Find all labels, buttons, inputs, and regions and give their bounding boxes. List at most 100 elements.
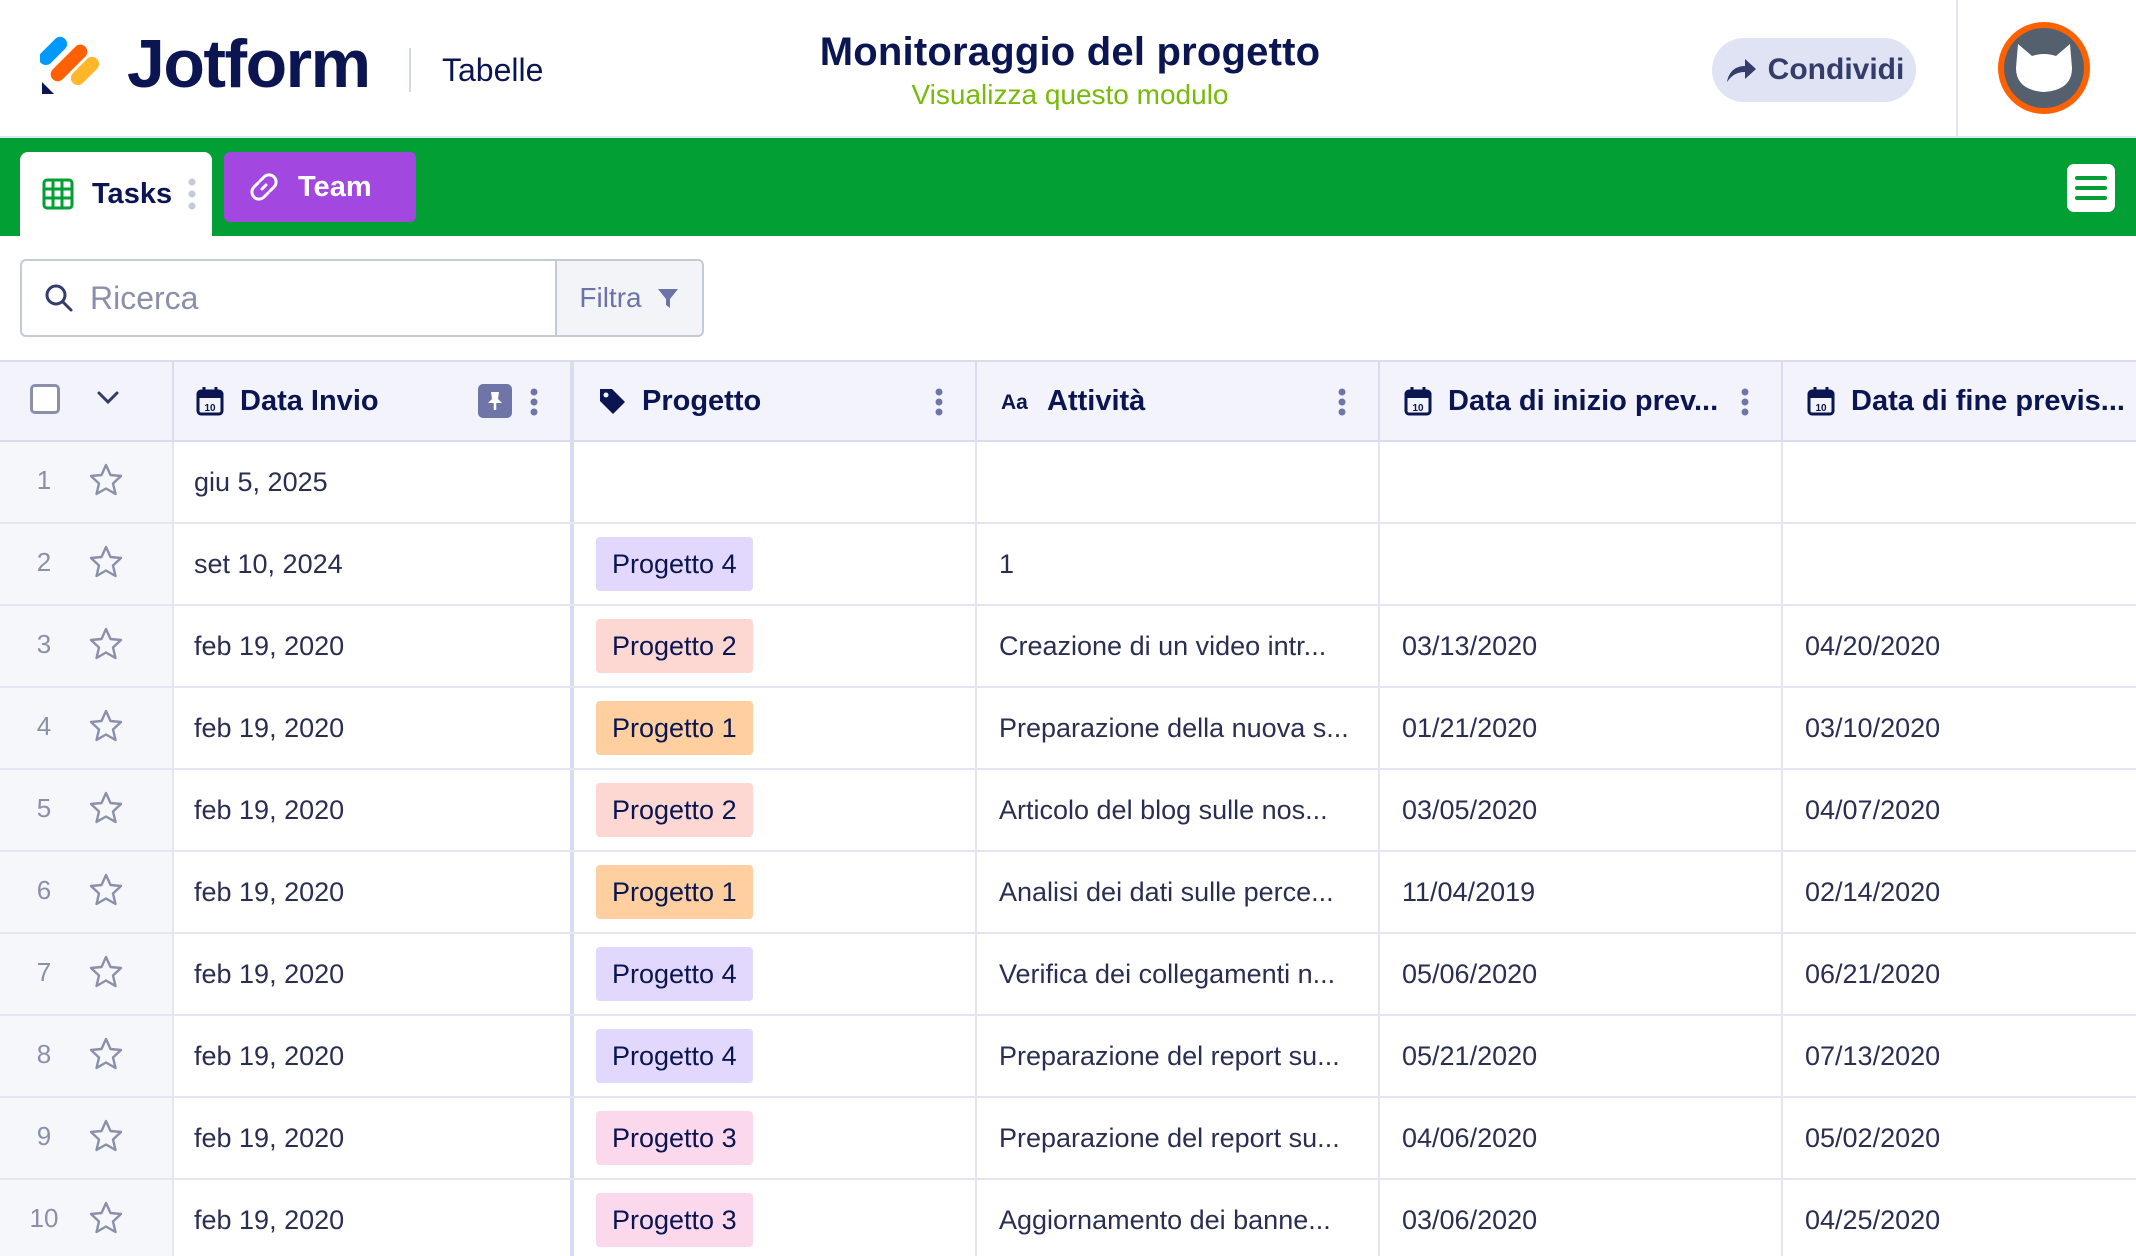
table-row[interactable]: 1 giu 5, 2025 xyxy=(0,442,2136,524)
cell-progetto[interactable]: Progetto 2 xyxy=(574,606,977,686)
column-options-icon[interactable] xyxy=(935,388,943,416)
column-options-icon[interactable] xyxy=(1741,388,1749,416)
star-icon[interactable] xyxy=(88,708,124,749)
star-icon[interactable] xyxy=(88,1200,124,1241)
cell-attivita[interactable]: Creazione di un video intr... xyxy=(977,606,1380,686)
project-tag[interactable]: Progetto 3 xyxy=(596,1193,753,1247)
cell-data-fine[interactable]: 04/25/2020 xyxy=(1783,1180,2136,1256)
column-header-data-fine[interactable]: 10 Data di fine previs... xyxy=(1783,362,2136,440)
column-options-icon[interactable] xyxy=(1338,388,1346,416)
cell-data-inizio[interactable]: 03/05/2020 xyxy=(1380,770,1783,850)
cell-data-inizio[interactable]: 05/21/2020 xyxy=(1380,1016,1783,1096)
cell-progetto[interactable]: Progetto 3 xyxy=(574,1098,977,1178)
cell-attivita[interactable]: Aggiornamento dei banne... xyxy=(977,1180,1380,1256)
cell-data-invio[interactable]: feb 19, 2020 xyxy=(174,688,574,768)
tab-team[interactable]: Team xyxy=(224,152,416,222)
column-header-attivita[interactable]: Aa Attività xyxy=(977,362,1380,440)
hamburger-menu-icon[interactable] xyxy=(2067,164,2115,212)
cell-progetto[interactable]: Progetto 4 xyxy=(574,1016,977,1096)
project-tag[interactable]: Progetto 1 xyxy=(596,701,753,755)
jotform-logo-icon[interactable] xyxy=(40,32,102,96)
cell-attivita[interactable]: Preparazione della nuova s... xyxy=(977,688,1380,768)
star-icon[interactable] xyxy=(88,872,124,913)
column-options-icon[interactable] xyxy=(530,388,538,416)
cell-attivita[interactable]: Preparazione del report su... xyxy=(977,1098,1380,1178)
cell-data-fine[interactable]: 06/21/2020 xyxy=(1783,934,2136,1014)
cell-data-invio[interactable]: feb 19, 2020 xyxy=(174,1016,574,1096)
column-header-data-inizio[interactable]: 10 Data di inizio prev... xyxy=(1380,362,1783,440)
cell-attivita[interactable]: 1 xyxy=(977,524,1380,604)
table-row[interactable]: 9 feb 19, 2020 Progetto 3 Preparazione del … xyxy=(0,1098,2136,1180)
project-tag[interactable]: Progetto 4 xyxy=(596,947,753,1001)
star-icon[interactable] xyxy=(88,1036,124,1077)
cell-data-invio[interactable]: feb 19, 2020 xyxy=(174,770,574,850)
table-row[interactable]: 4 feb 19, 2020 Progetto 1 Preparazione dell… xyxy=(0,688,2136,770)
star-icon[interactable] xyxy=(88,626,124,667)
project-tag[interactable]: Progetto 1 xyxy=(596,865,753,919)
cell-data-inizio[interactable]: 04/06/2020 xyxy=(1380,1098,1783,1178)
cell-data-invio[interactable]: feb 19, 2020 xyxy=(174,1180,574,1256)
table-row[interactable]: 5 feb 19, 2020 Progetto 2 Articolo del blog… xyxy=(0,770,2136,852)
cell-progetto[interactable] xyxy=(574,442,977,522)
tab-tasks[interactable]: Tasks xyxy=(20,152,212,236)
project-tag[interactable]: Progetto 4 xyxy=(596,537,753,591)
table-row[interactable]: 3 feb 19, 2020 Progetto 2 Creazione di un v… xyxy=(0,606,2136,688)
cell-data-invio[interactable]: set 10, 2024 xyxy=(174,524,574,604)
cell-attivita[interactable]: Verifica dei collegamenti n... xyxy=(977,934,1380,1014)
star-icon[interactable] xyxy=(88,790,124,831)
cell-data-inizio[interactable] xyxy=(1380,524,1783,604)
cell-data-fine[interactable] xyxy=(1783,524,2136,604)
cell-attivita[interactable]: Articolo del blog sulle nos... xyxy=(977,770,1380,850)
cell-attivita[interactable]: Preparazione del report su... xyxy=(977,1016,1380,1096)
cell-progetto[interactable]: Progetto 1 xyxy=(574,852,977,932)
cell-data-inizio[interactable]: 03/06/2020 xyxy=(1380,1180,1783,1256)
cell-data-inizio[interactable]: 05/06/2020 xyxy=(1380,934,1783,1014)
pin-icon[interactable] xyxy=(478,384,512,418)
cell-progetto[interactable]: Progetto 2 xyxy=(574,770,977,850)
cell-progetto[interactable]: Progetto 3 xyxy=(574,1180,977,1256)
project-tag[interactable]: Progetto 2 xyxy=(596,783,753,837)
share-button[interactable]: Condividi xyxy=(1712,38,1916,102)
cell-progetto[interactable]: Progetto 4 xyxy=(574,524,977,604)
cell-data-invio[interactable]: feb 19, 2020 xyxy=(174,852,574,932)
cell-attivita[interactable]: Analisi dei dati sulle perce... xyxy=(977,852,1380,932)
cell-data-inizio[interactable]: 03/13/2020 xyxy=(1380,606,1783,686)
view-form-link[interactable]: Visualizza questo modulo xyxy=(700,78,1440,112)
chevron-down-icon[interactable] xyxy=(96,390,120,406)
project-tag[interactable]: Progetto 4 xyxy=(596,1029,753,1083)
table-row[interactable]: 10 feb 19, 2020 Progetto 3 Aggiornamento de… xyxy=(0,1180,2136,1256)
cell-attivita[interactable] xyxy=(977,442,1380,522)
cell-data-invio[interactable]: giu 5, 2025 xyxy=(174,442,574,522)
cell-data-fine[interactable]: 07/13/2020 xyxy=(1783,1016,2136,1096)
cell-data-invio[interactable]: feb 19, 2020 xyxy=(174,1098,574,1178)
tab-options-icon[interactable] xyxy=(188,178,196,210)
cell-progetto[interactable]: Progetto 1 xyxy=(574,688,977,768)
star-icon[interactable] xyxy=(88,1118,124,1159)
section-label[interactable]: Tabelle xyxy=(442,50,543,90)
star-icon[interactable] xyxy=(88,954,124,995)
filter-button[interactable]: Filtra xyxy=(555,259,704,337)
brand-name[interactable]: Jotform xyxy=(127,28,371,100)
table-row[interactable]: 7 feb 19, 2020 Progetto 4 Verifica dei coll… xyxy=(0,934,2136,1016)
cell-data-fine[interactable] xyxy=(1783,442,2136,522)
cell-progetto[interactable]: Progetto 4 xyxy=(574,934,977,1014)
column-header-progetto[interactable]: Progetto xyxy=(574,362,977,440)
star-icon[interactable] xyxy=(88,462,124,503)
cell-data-inizio[interactable]: 11/04/2019 xyxy=(1380,852,1783,932)
user-avatar[interactable] xyxy=(1998,22,2090,114)
cell-data-invio[interactable]: feb 19, 2020 xyxy=(174,934,574,1014)
project-tag[interactable]: Progetto 2 xyxy=(596,619,753,673)
table-row[interactable]: 8 feb 19, 2020 Progetto 4 Preparazione del … xyxy=(0,1016,2136,1098)
project-tag[interactable]: Progetto 3 xyxy=(596,1111,753,1165)
star-icon[interactable] xyxy=(88,544,124,585)
search-input[interactable] xyxy=(88,278,512,318)
cell-data-inizio[interactable]: 01/21/2020 xyxy=(1380,688,1783,768)
cell-data-invio[interactable]: feb 19, 2020 xyxy=(174,606,574,686)
table-row[interactable]: 6 feb 19, 2020 Progetto 1 Analisi dei dati … xyxy=(0,852,2136,934)
column-header-data-invio[interactable]: 10 Data Invio xyxy=(174,362,574,440)
cell-data-fine[interactable]: 04/07/2020 xyxy=(1783,770,2136,850)
cell-data-fine[interactable]: 03/10/2020 xyxy=(1783,688,2136,768)
table-row[interactable]: 2 set 10, 2024 Progetto 4 1 xyxy=(0,524,2136,606)
cell-data-inizio[interactable] xyxy=(1380,442,1783,522)
cell-data-fine[interactable]: 05/02/2020 xyxy=(1783,1098,2136,1178)
